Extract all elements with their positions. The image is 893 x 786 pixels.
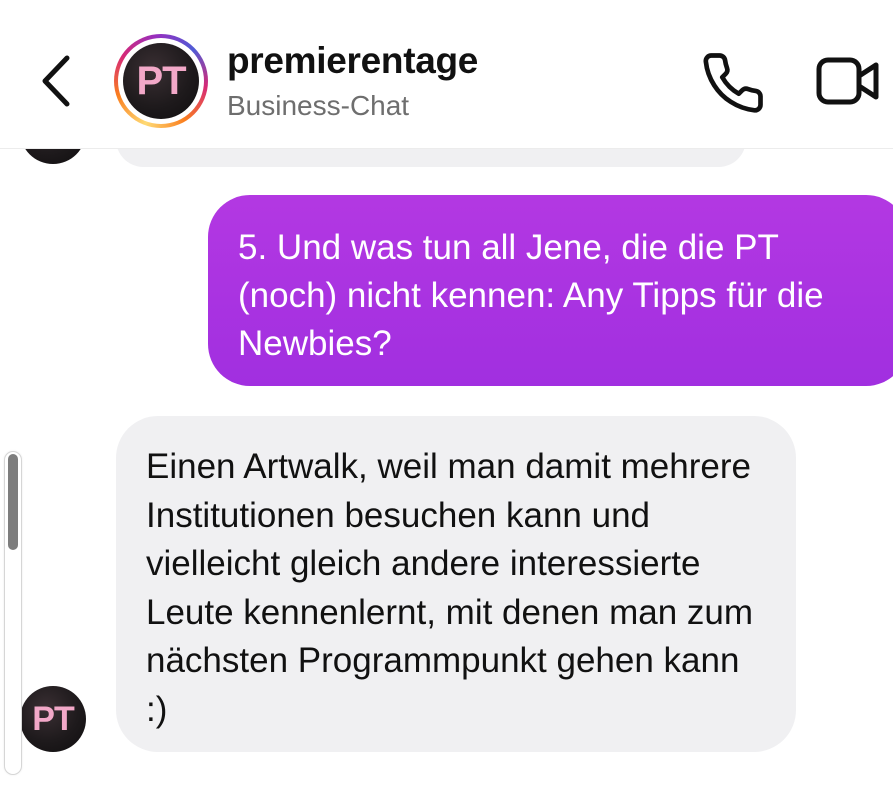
- message-bubble-outgoing[interactable]: 5. Und was tun all Jene, die die PT (noc…: [208, 195, 893, 386]
- chat-title[interactable]: premierentage: [227, 40, 478, 82]
- sender-avatar: [20, 148, 86, 164]
- video-camera-icon: [816, 57, 879, 105]
- message-bubble-incoming-partial: [116, 148, 746, 167]
- back-button[interactable]: [34, 52, 84, 110]
- message-thread[interactable]: 5. Und was tun all Jene, die die PT (noc…: [0, 148, 893, 786]
- audio-call-button[interactable]: [700, 50, 766, 116]
- scrollbar-thumb[interactable]: [8, 454, 18, 550]
- chevron-left-icon: [42, 55, 70, 107]
- avatar-initials: PT: [123, 43, 199, 119]
- scrollbar[interactable]: [4, 451, 22, 775]
- message-bubble-incoming[interactable]: Einen Artwalk, weil man damit mehrere In…: [116, 416, 796, 752]
- sender-avatar: PT: [20, 686, 86, 752]
- chat-header: PT premierentage Business-Chat: [0, 0, 893, 149]
- phone-icon: [703, 53, 763, 113]
- video-call-button[interactable]: [814, 52, 882, 112]
- chat-subtitle: Business-Chat: [227, 90, 410, 121]
- profile-avatar[interactable]: PT: [114, 34, 208, 128]
